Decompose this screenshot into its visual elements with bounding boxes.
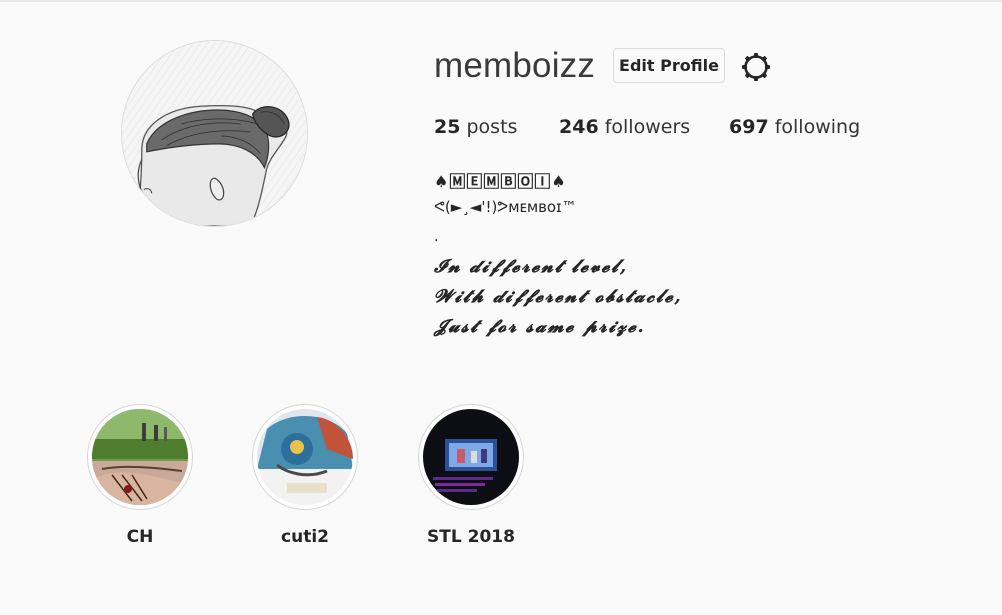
following-number: 697 xyxy=(729,116,769,138)
posts-count: 25 posts xyxy=(434,116,517,138)
highlight-cover-image xyxy=(257,409,353,505)
highlight-label: cuti2 xyxy=(281,527,329,547)
highlight-ring xyxy=(418,404,524,510)
bio-quote-line: 𝓦𝓲𝓽𝓱 𝓭𝓲𝓯𝓯𝓮𝓻𝓮𝓷𝓽 𝓸𝓫𝓼𝓽𝓪𝓬𝓵𝓮, xyxy=(434,286,683,307)
bio-separator: . xyxy=(434,229,439,245)
highlight-cover-image xyxy=(423,409,519,505)
posts-number: 25 xyxy=(434,116,461,138)
story-highlight-cuti2[interactable]: cuti2 xyxy=(252,404,358,547)
followers-label: followers xyxy=(604,116,691,138)
highlight-label: STL 2018 xyxy=(427,527,515,547)
bio-quote-line: 𝓘𝓷 𝓭𝓲𝓯𝓯𝓮𝓻𝓮𝓷𝓽 𝓵𝓮𝓿𝓮𝓵, xyxy=(434,256,628,277)
top-divider xyxy=(0,0,1002,2)
story-highlight-stl-2018[interactable]: STL 2018 xyxy=(418,404,524,547)
highlight-label: CH xyxy=(126,527,154,547)
profile-username: memboizz xyxy=(434,46,596,85)
bio-tagline: ᕙ(►¸◄'!)ᕗᴍᴇᴍʙᴏɪ™ xyxy=(434,198,577,216)
profile-bio: ♠🄼🄴🄼🄱🄾🄸♠ ᕙ(►¸◄'!)ᕗᴍᴇᴍʙᴏɪ™ . 𝓘𝓷 𝓭𝓲𝓯𝓯𝓮𝓻𝓮𝓷𝓽… xyxy=(434,168,894,342)
gear-icon[interactable] xyxy=(740,51,772,83)
followers-number: 246 xyxy=(559,116,599,138)
followers-link[interactable]: 246 followers xyxy=(559,116,690,138)
highlight-cover-image xyxy=(92,409,188,505)
highlight-ring xyxy=(252,404,358,510)
edit-profile-button[interactable]: Edit Profile xyxy=(613,48,725,83)
bio-display-name: ♠🄼🄴🄼🄱🄾🄸♠ xyxy=(434,172,567,191)
following-link[interactable]: 697 following xyxy=(729,116,860,138)
posts-label: posts xyxy=(466,116,518,138)
story-highlight-ch[interactable]: CH xyxy=(87,404,193,547)
highlight-ring xyxy=(87,404,193,510)
bio-quote-line: 𝓙𝓾𝓼𝓽 𝓯𝓸𝓻 𝓼𝓪𝓶𝓮 𝓹𝓻𝓲𝔃𝓮. xyxy=(434,316,646,337)
following-label: following xyxy=(774,116,861,138)
profile-stats: 25 posts 246 followers 697 following xyxy=(0,116,1002,142)
